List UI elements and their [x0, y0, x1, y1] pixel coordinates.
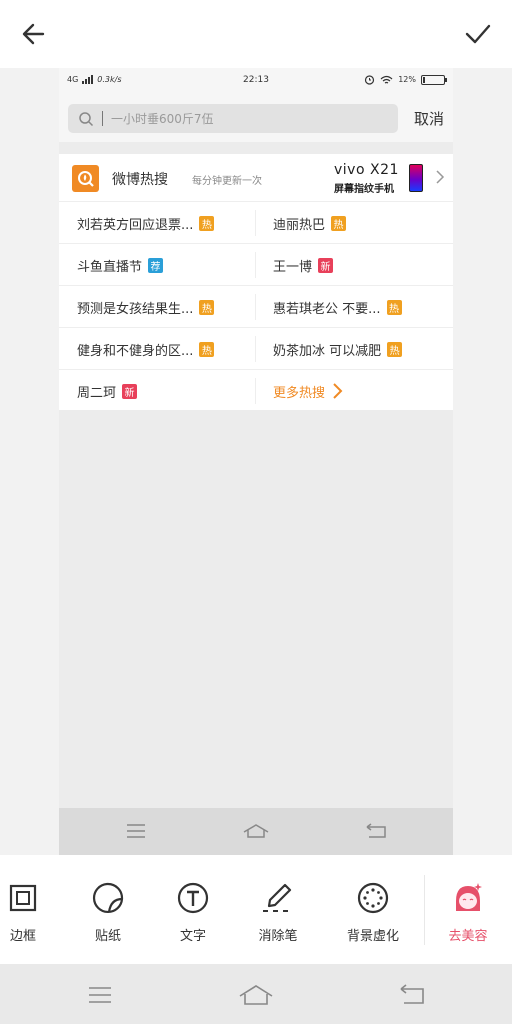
- hot-badge: 热: [387, 341, 403, 357]
- tool-label: 去美容: [448, 929, 488, 944]
- hot-item[interactable]: 预测是女孩结果生... 热: [77, 286, 253, 328]
- hot-item-text: 刘若英方回应退票...: [77, 217, 194, 233]
- search-placeholder: 一小时垂600斤7伍: [111, 112, 214, 126]
- search-input[interactable]: 一小时垂600斤7伍: [68, 104, 398, 133]
- hot-item[interactable]: 刘若英方回应退票... 热: [77, 202, 253, 244]
- more-hot-text: 更多热搜: [273, 385, 326, 401]
- hot-item[interactable]: 奶茶加冰 可以减肥热: [273, 328, 443, 370]
- background-blur-icon: [356, 881, 390, 915]
- hot-item[interactable]: 惠若琪老公 不要... 热: [273, 286, 443, 328]
- arrow-left-icon: [22, 23, 45, 45]
- tool-label: 贴纸: [94, 929, 121, 944]
- edit-tools-bar: 边框 贴纸 文字 消除笔 背景虚化 去美容: [0, 855, 512, 964]
- hot-badge: 热: [199, 299, 215, 315]
- new-badge: 新: [122, 383, 138, 399]
- vivo-ad[interactable]: vivo X21 屏幕指纹手机: [334, 162, 424, 195]
- tool-frame[interactable]: 边框: [0, 855, 65, 964]
- hot-search-header[interactable]: 微博热搜 每分钟更新一次 vivo X21 屏幕指纹手机: [59, 154, 453, 202]
- inner-nav-bar: [59, 808, 453, 855]
- tool-label: 背景虚化: [346, 929, 399, 944]
- hot-row: 周二珂新 更多热搜: [59, 370, 453, 412]
- hot-item[interactable]: 周二珂新: [77, 370, 253, 412]
- search-row: 一小时垂600斤7伍 取消: [59, 94, 453, 142]
- hot-item-text: 预测是女孩结果生...: [77, 301, 194, 317]
- divider: [255, 252, 256, 278]
- phone-image: [409, 164, 423, 192]
- tool-text[interactable]: 文字: [151, 855, 235, 964]
- back-button[interactable]: [14, 14, 54, 54]
- hot-item-text: 健身和不健身的区...: [77, 343, 194, 359]
- back-nav-icon[interactable]: [392, 980, 432, 1010]
- hot-item[interactable]: 健身和不健身的区... 热: [77, 328, 253, 370]
- checkmark-icon: [465, 24, 491, 44]
- confirm-button[interactable]: [458, 14, 498, 54]
- hot-item[interactable]: 斗鱼直播节荐: [77, 244, 253, 286]
- hot-item-text: 惠若琪老公 不要...: [273, 301, 381, 317]
- home-icon[interactable]: [236, 980, 276, 1010]
- divider: [255, 378, 256, 404]
- text-caret: [102, 111, 103, 126]
- chevron-right-icon: [333, 383, 343, 399]
- wifi-icon: [380, 75, 393, 84]
- hot-badge: 热: [386, 299, 402, 315]
- hot-badge: 热: [199, 341, 215, 357]
- screenshot-preview[interactable]: 4G 0.3k/s 22:13 12% 一小时垂600斤7伍 取消 微博热搜 每…: [59, 68, 453, 855]
- tool-label: 边框: [9, 929, 36, 944]
- tool-label: 消除笔: [258, 929, 298, 944]
- battery-fill: [423, 76, 425, 83]
- hot-item-text: 周二珂: [77, 385, 117, 401]
- hot-search-card: 微博热搜 每分钟更新一次 vivo X21 屏幕指纹手机 刘若英方回应退票...…: [59, 154, 453, 410]
- beauty-face-icon: [451, 881, 485, 915]
- tool-eraser-pen[interactable]: 消除笔: [236, 855, 320, 964]
- cancel-search-button[interactable]: 取消: [414, 108, 444, 129]
- editor-top-bar: [0, 0, 512, 68]
- more-hot-link[interactable]: 更多热搜: [273, 370, 443, 412]
- battery-percent: 12%: [398, 75, 416, 84]
- hot-item-text: 王一博: [273, 259, 313, 275]
- frame-icon: [6, 881, 40, 915]
- menu-icon: [121, 818, 151, 844]
- divider: [255, 210, 256, 236]
- new-badge: 新: [318, 257, 334, 273]
- hot-row: 健身和不健身的区... 热 奶茶加冰 可以减肥热: [59, 328, 453, 370]
- ad-brand: vivo X21: [334, 162, 399, 178]
- search-icon: [79, 111, 94, 126]
- weibo-hot-logo-icon: [72, 165, 99, 192]
- system-nav-bar: [0, 964, 512, 1024]
- menu-icon[interactable]: [80, 980, 120, 1010]
- hot-search-list: 刘若英方回应退票... 热 迪丽热巴热 斗鱼直播节荐 王一博新 预测是女孩结果生.…: [59, 202, 453, 412]
- ad-slogan: 屏幕指纹手机: [334, 184, 394, 195]
- hot-row: 斗鱼直播节荐 王一博新: [59, 244, 453, 286]
- sticker-icon: [91, 881, 125, 915]
- hot-badge: 热: [199, 215, 215, 231]
- chevron-right-icon: [436, 170, 445, 184]
- hot-search-title: 微博热搜: [112, 172, 168, 188]
- divider: [255, 336, 256, 362]
- divider: [424, 875, 425, 945]
- recommend-badge: 荐: [148, 257, 164, 273]
- tool-beauty[interactable]: 去美容: [426, 855, 510, 964]
- hot-item[interactable]: 王一博新: [273, 244, 443, 286]
- battery-icon: [421, 74, 447, 85]
- status-bar: 4G 0.3k/s 22:13 12%: [59, 68, 453, 94]
- home-icon: [241, 818, 271, 844]
- hot-badge: 热: [331, 215, 347, 231]
- hot-row: 刘若英方回应退票... 热 迪丽热巴热: [59, 202, 453, 244]
- tool-background-blur[interactable]: 背景虚化: [331, 855, 415, 964]
- hot-row: 预测是女孩结果生... 热 惠若琪老公 不要... 热: [59, 286, 453, 328]
- hot-search-subtitle: 每分钟更新一次: [192, 176, 262, 187]
- eraser-pen-icon: [261, 881, 295, 915]
- tool-sticker[interactable]: 贴纸: [66, 855, 150, 964]
- back-nav-icon: [361, 818, 391, 844]
- hot-item-text: 斗鱼直播节: [77, 259, 143, 275]
- text-icon: [176, 881, 210, 915]
- divider: [255, 294, 256, 320]
- hot-item-text: 迪丽热巴: [273, 217, 326, 233]
- tool-label: 文字: [179, 929, 206, 944]
- hot-item[interactable]: 迪丽热巴热: [273, 202, 443, 244]
- alarm-icon: [365, 75, 375, 85]
- hot-item-text: 奶茶加冰 可以减肥: [273, 343, 382, 359]
